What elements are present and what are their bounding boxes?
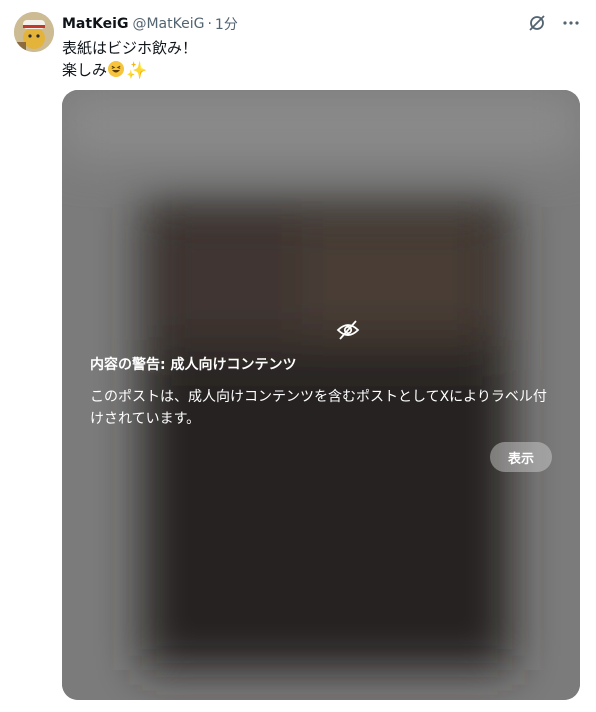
tweet-text-line-2-row: 楽しみ ✨	[62, 59, 197, 82]
tweet-header: MatKeiG @MatKeiG · 1分	[62, 14, 238, 34]
grinning-squinting-face-emoji	[108, 61, 125, 77]
show-button[interactable]: 表示	[490, 442, 552, 472]
eye-slash-icon	[336, 318, 360, 342]
sparkles-emoji: ✨	[126, 61, 148, 81]
avatar[interactable]	[14, 12, 54, 52]
warning-title: 内容の警告: 成人向けコンテンツ	[90, 357, 297, 373]
tweet-text-line-2: 楽しみ	[62, 61, 108, 79]
separator-dot: ·	[207, 16, 212, 32]
sensitive-media[interactable]: 内容の警告: 成人向けコンテンツ このポストは、成人向けコンテンツを含むポストと…	[62, 90, 580, 700]
tweet-text-line-1: 表紙はビジホ飲み！	[62, 39, 198, 57]
tweet: MatKeiG @MatKeiG · 1分 表紙はビジホ飲み！ 楽しみ ✨ 内容…	[0, 0, 596, 712]
tweet-text: 表紙はビジホ飲み！ 楽しみ ✨	[62, 37, 197, 82]
grok-icon[interactable]	[526, 12, 548, 34]
more-icon[interactable]	[560, 12, 582, 34]
user-handle[interactable]: @MatKeiG	[132, 16, 204, 32]
tweet-actions-top	[526, 12, 582, 34]
display-name[interactable]: MatKeiG	[62, 16, 128, 32]
warning-body: このポストは、成人向けコンテンツを含むポストとしてXによりラベル付けされています…	[90, 389, 547, 427]
timestamp[interactable]: 1分	[215, 14, 238, 34]
